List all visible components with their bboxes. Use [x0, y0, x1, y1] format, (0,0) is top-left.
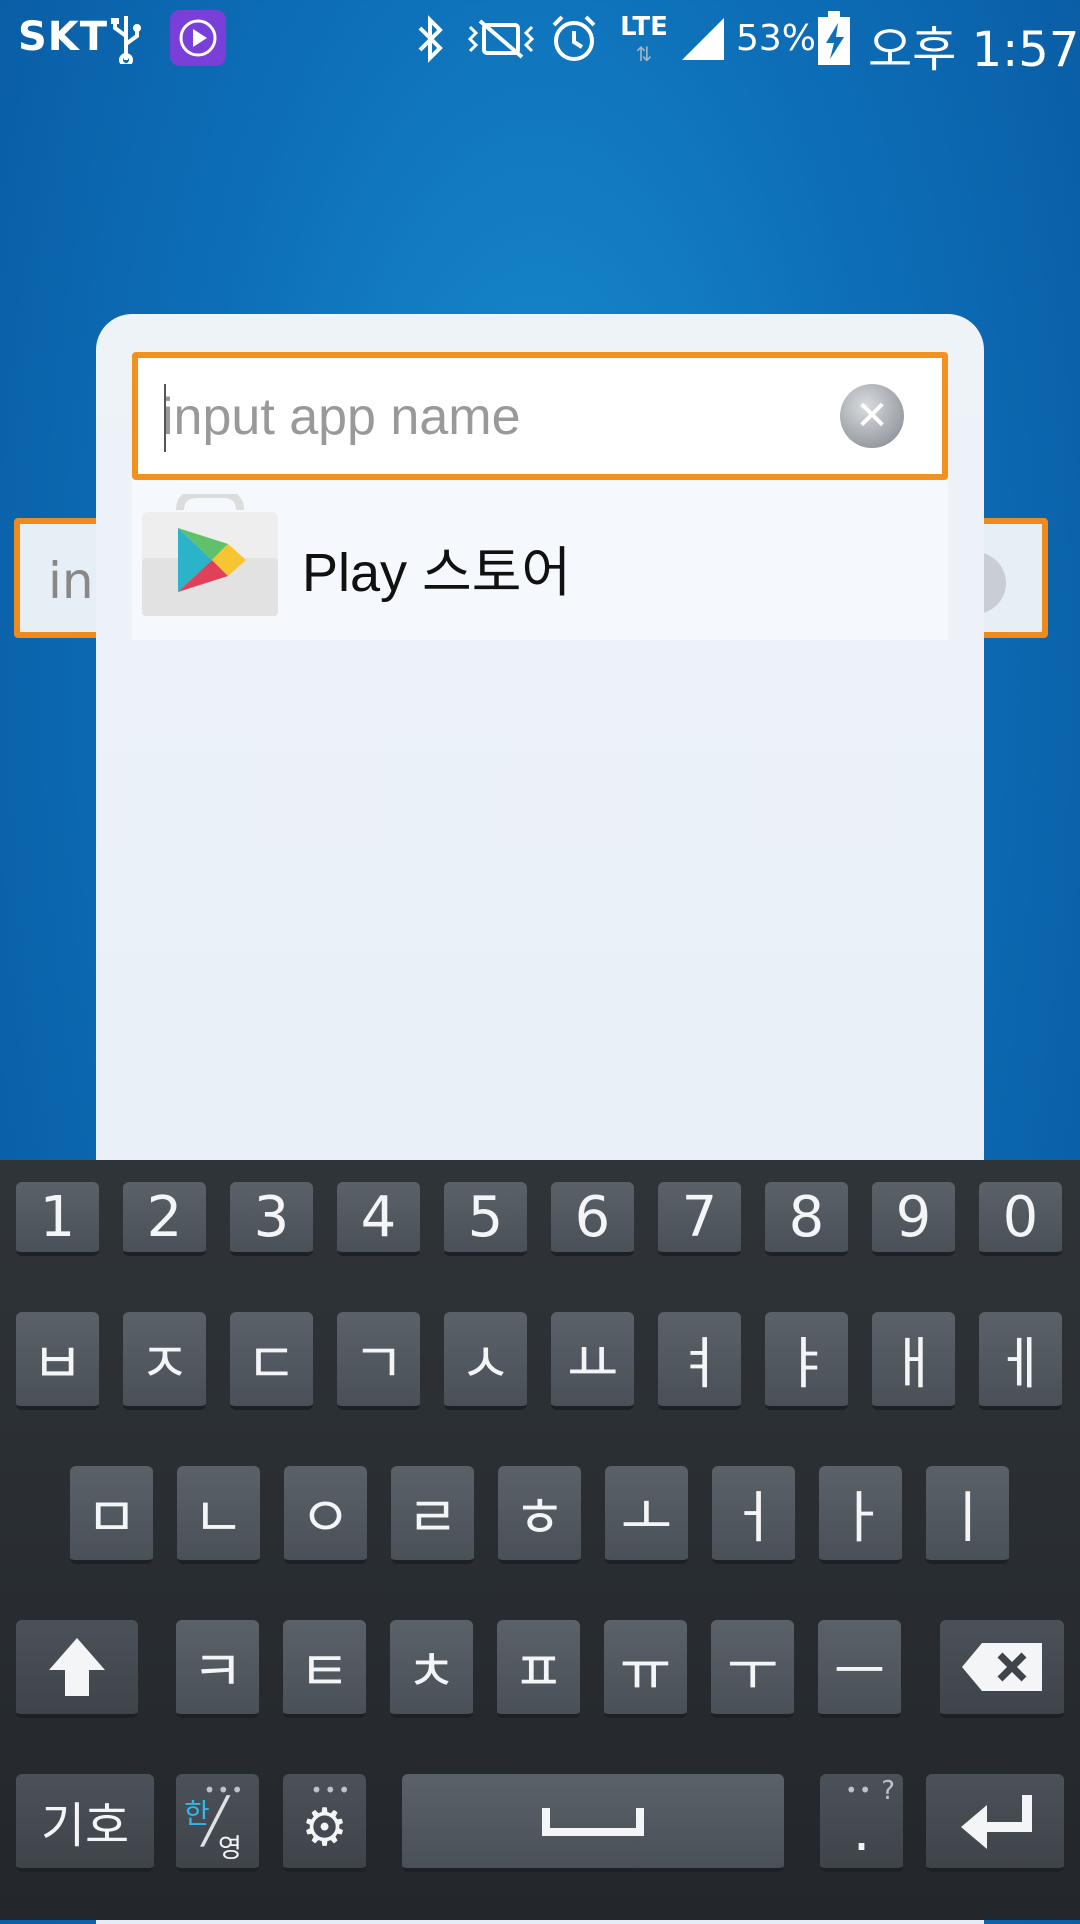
- key-row3-2[interactable]: ㅇ: [284, 1466, 367, 1564]
- carrier-label: SKT: [18, 14, 109, 60]
- key-3[interactable]: 3: [230, 1182, 313, 1256]
- key-row3-1[interactable]: ㄴ: [177, 1466, 260, 1564]
- period-key[interactable]: ? ••.: [820, 1774, 903, 1872]
- shift-key[interactable]: [16, 1620, 138, 1718]
- battery-charging-icon: [816, 10, 852, 68]
- more-dots: ••: [845, 1778, 873, 1802]
- period-label: .: [852, 1798, 871, 1864]
- key-9[interactable]: 9: [872, 1182, 955, 1256]
- lang-eng-label: 영: [218, 1834, 242, 1864]
- question-mark-label: ?: [881, 1776, 895, 1806]
- lte-icon: LTE ⇅: [620, 12, 668, 66]
- key-1[interactable]: 1: [16, 1182, 99, 1256]
- clear-icon[interactable]: ✕: [840, 384, 904, 448]
- key-5[interactable]: 5: [444, 1182, 527, 1256]
- key-row2-5[interactable]: ㅛ: [551, 1312, 634, 1410]
- usb-icon: [106, 10, 146, 68]
- settings-key[interactable]: ••• ⚙: [283, 1774, 366, 1872]
- more-dots: •••: [310, 1778, 352, 1802]
- key-row4-3[interactable]: ㅍ: [497, 1620, 580, 1718]
- enter-key[interactable]: [926, 1774, 1064, 1872]
- play-store-icon: [142, 490, 278, 620]
- key-row3-8[interactable]: ㅣ: [926, 1466, 1009, 1564]
- key-row3-4[interactable]: ㅎ: [498, 1466, 581, 1564]
- battery-percent: 53%: [736, 18, 817, 59]
- key-row2-7[interactable]: ㅑ: [765, 1312, 848, 1410]
- symbols-label: 기호: [40, 1798, 130, 1854]
- vibrate-icon: [466, 10, 536, 68]
- backspace-key[interactable]: [940, 1620, 1064, 1718]
- key-row3-7[interactable]: ㅏ: [819, 1466, 902, 1564]
- key-row3-0[interactable]: ㅁ: [70, 1466, 153, 1564]
- key-4[interactable]: 4: [337, 1182, 420, 1256]
- key-8[interactable]: 8: [765, 1182, 848, 1256]
- key-row3-5[interactable]: ㅗ: [605, 1466, 688, 1564]
- key-row4-2[interactable]: ㅊ: [390, 1620, 473, 1718]
- bluetooth-icon: [410, 10, 450, 68]
- language-toggle-key[interactable]: ••• 한 ╱ 영: [176, 1774, 259, 1872]
- key-row3-6[interactable]: ㅓ: [712, 1466, 795, 1564]
- play-icon: [170, 10, 226, 66]
- key-7[interactable]: 7: [658, 1182, 741, 1256]
- space-key[interactable]: [402, 1774, 784, 1872]
- result-item-play-store[interactable]: Play 스토어: [132, 480, 948, 640]
- key-row2-2[interactable]: ㄷ: [230, 1312, 313, 1410]
- search-input[interactable]: [162, 380, 812, 454]
- key-row2-8[interactable]: ㅐ: [872, 1312, 955, 1410]
- search-field[interactable]: ✕: [132, 352, 948, 480]
- signal-icon: [678, 10, 728, 68]
- app-name-label: Play 스토어: [302, 543, 572, 603]
- alarm-icon: [548, 10, 600, 68]
- key-row4-5[interactable]: ㅜ: [711, 1620, 794, 1718]
- space-icon: [542, 1808, 644, 1836]
- key-0[interactable]: 0: [979, 1182, 1062, 1256]
- shift-icon: [49, 1638, 105, 1696]
- key-row4-6[interactable]: ㅡ: [818, 1620, 901, 1718]
- symbols-key[interactable]: 기호: [16, 1774, 154, 1872]
- clock: 오후 1:57: [868, 22, 1080, 78]
- status-bar: SKT LTE ⇅ 53% 오후 1:57: [0, 0, 1080, 78]
- key-row2-1[interactable]: ㅈ: [123, 1312, 206, 1410]
- key-row2-0[interactable]: ㅂ: [16, 1312, 99, 1410]
- key-6[interactable]: 6: [551, 1182, 634, 1256]
- key-row4-0[interactable]: ㅋ: [176, 1620, 259, 1718]
- backspace-icon: [962, 1643, 1042, 1691]
- enter-icon: [961, 1795, 1032, 1849]
- key-row2-3[interactable]: ㄱ: [337, 1312, 420, 1410]
- key-row2-9[interactable]: ㅔ: [979, 1312, 1062, 1410]
- key-row4-4[interactable]: ㅠ: [604, 1620, 687, 1718]
- key-row2-4[interactable]: ㅅ: [444, 1312, 527, 1410]
- key-row4-1[interactable]: ㅌ: [283, 1620, 366, 1718]
- key-2[interactable]: 2: [123, 1182, 206, 1256]
- gear-icon: ⚙: [301, 1798, 348, 1858]
- key-row3-3[interactable]: ㄹ: [391, 1466, 474, 1564]
- text-cursor: [164, 384, 166, 452]
- key-row2-6[interactable]: ㅕ: [658, 1312, 741, 1410]
